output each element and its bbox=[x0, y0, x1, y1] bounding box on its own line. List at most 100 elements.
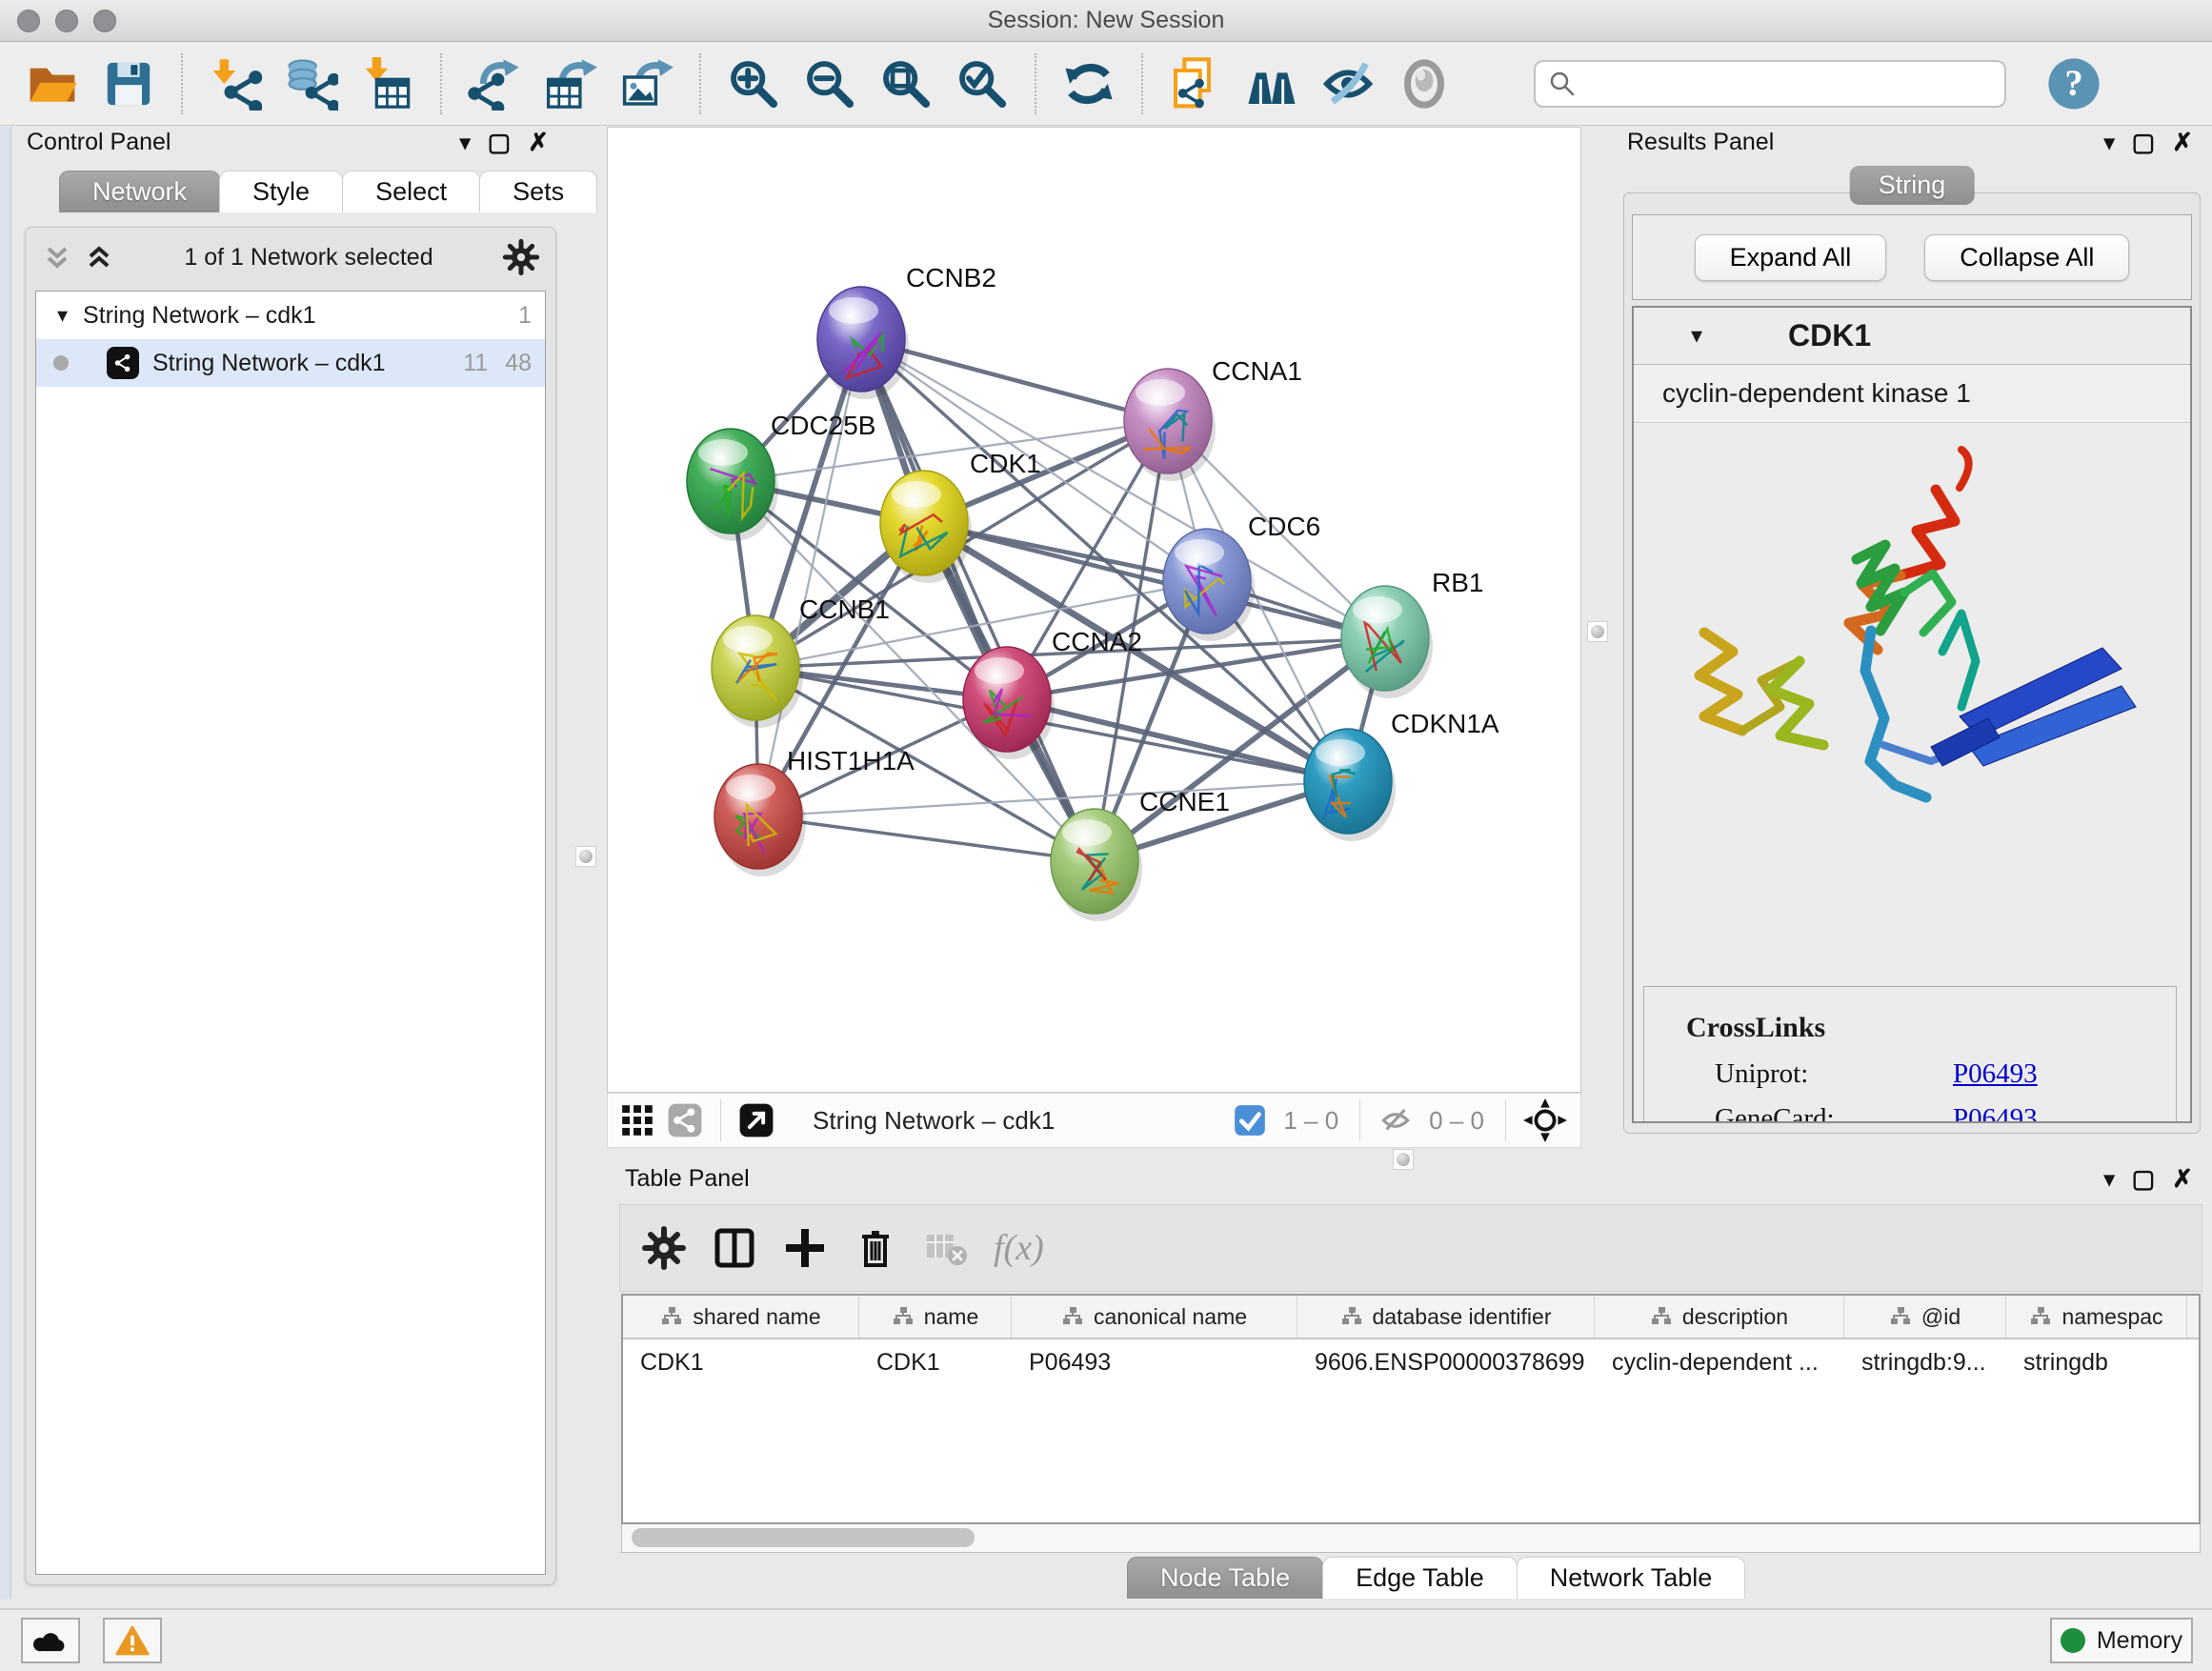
network-row[interactable]: String Network – cdk1 11 48 bbox=[36, 339, 545, 387]
table-cell[interactable]: stringdb:9... bbox=[1844, 1349, 2006, 1377]
network-collection-row[interactable]: ▾ String Network – cdk1 1 bbox=[36, 292, 545, 339]
window-title: Session: New Session bbox=[988, 7, 1225, 34]
hide-selected-button[interactable] bbox=[1317, 52, 1379, 115]
cloud-status-button[interactable] bbox=[21, 1618, 80, 1663]
tab-edge-table[interactable]: Edge Table bbox=[1322, 1557, 1518, 1599]
zoom-out-button[interactable] bbox=[798, 52, 861, 115]
collection-collapse-icon[interactable]: ▾ bbox=[57, 303, 68, 328]
export-table-button[interactable] bbox=[539, 52, 602, 115]
results-panel-float-icon[interactable]: ▢ bbox=[2132, 128, 2156, 157]
save-session-icon bbox=[102, 57, 155, 111]
column-header-database-identifier[interactable]: database identifier bbox=[1297, 1296, 1595, 1338]
network-node-RB1[interactable]: RB1 bbox=[1341, 568, 1483, 698]
network-node-CCNA1[interactable]: CCNA1 bbox=[1124, 356, 1302, 481]
control-panel-close-icon[interactable]: ✗ bbox=[528, 128, 549, 157]
network-canvas[interactable]: CCNB2 CCNA1 CDC25B CDK1 CDC6 RB1 CCNB1 bbox=[607, 127, 1581, 1093]
warnings-button[interactable] bbox=[103, 1618, 162, 1663]
create-column-icon[interactable] bbox=[782, 1225, 828, 1271]
left-splitter-handle[interactable] bbox=[575, 846, 596, 867]
zoom-in-button[interactable] bbox=[722, 52, 785, 115]
export-network-button[interactable] bbox=[463, 52, 526, 115]
fit-selected-crosshair-icon[interactable] bbox=[1523, 1098, 1567, 1142]
column-header-description[interactable]: description bbox=[1595, 1296, 1844, 1338]
hide-selected-icon bbox=[1321, 57, 1375, 111]
show-columns-icon[interactable] bbox=[712, 1225, 757, 1271]
network-node-HIST1H1A[interactable]: HIST1H1A bbox=[714, 746, 915, 876]
network-edge[interactable] bbox=[861, 339, 1095, 861]
zoom-selected-button[interactable] bbox=[951, 52, 1014, 115]
grid-view-icon[interactable] bbox=[619, 1102, 655, 1138]
birds-eye-view-icon[interactable] bbox=[738, 1102, 774, 1138]
collapse-all-networks-icon[interactable] bbox=[83, 241, 115, 273]
column-header-@id[interactable]: @id bbox=[1844, 1296, 2006, 1338]
close-window-button[interactable] bbox=[17, 10, 40, 32]
memory-button[interactable]: Memory bbox=[2050, 1618, 2193, 1663]
show-all-button[interactable] bbox=[1393, 52, 1456, 115]
open-session-button[interactable] bbox=[21, 52, 84, 115]
table-panel-close-icon[interactable]: ✗ bbox=[2172, 1164, 2193, 1194]
collapse-all-button[interactable]: Collapse All bbox=[1924, 234, 2129, 281]
network-edge[interactable] bbox=[1007, 699, 1348, 781]
string-view-icon[interactable] bbox=[667, 1102, 703, 1138]
table-cell[interactable]: stringdb bbox=[2006, 1349, 2187, 1377]
zoom-fit-button[interactable] bbox=[875, 52, 937, 115]
save-session-button[interactable] bbox=[97, 52, 160, 115]
import-network-file-button[interactable] bbox=[204, 52, 267, 115]
table-cell[interactable]: CDK1 bbox=[623, 1349, 859, 1377]
tab-string[interactable]: String bbox=[1850, 166, 1975, 205]
expand-all-button[interactable]: Expand All bbox=[1695, 234, 1887, 281]
minimize-window-button[interactable] bbox=[55, 10, 78, 32]
table-cell[interactable]: CDK1 bbox=[859, 1349, 1012, 1377]
network-options-gear-icon[interactable] bbox=[502, 238, 540, 276]
right-splitter-handle[interactable] bbox=[1587, 621, 1608, 642]
gene-card-header[interactable]: ▾ CDK1 bbox=[1634, 308, 2190, 365]
zoom-window-button[interactable] bbox=[93, 10, 116, 32]
crosslink-link[interactable]: P06493 bbox=[1953, 1058, 2038, 1090]
gene-collapse-icon[interactable]: ▾ bbox=[1691, 322, 1702, 350]
tab-style[interactable]: Style bbox=[219, 171, 343, 212]
column-header-name[interactable]: name bbox=[859, 1296, 1012, 1338]
table-cell[interactable]: cyclin-dependent ... bbox=[1595, 1349, 1844, 1377]
expand-all-networks-icon[interactable] bbox=[41, 241, 73, 273]
results-panel-close-icon[interactable]: ✗ bbox=[2172, 128, 2193, 157]
apply-layout-button[interactable] bbox=[1057, 52, 1120, 115]
table-options-gear-icon[interactable] bbox=[641, 1225, 687, 1271]
table-horizontal-scrollbar[interactable] bbox=[621, 1524, 2201, 1553]
new-network-from-selection-button[interactable] bbox=[1164, 52, 1227, 115]
tab-node-table[interactable]: Node Table bbox=[1127, 1557, 1323, 1599]
selected-checkbox-icon[interactable] bbox=[1232, 1102, 1268, 1138]
tab-network-table[interactable]: Network Table bbox=[1517, 1557, 1746, 1599]
node-label-RB1: RB1 bbox=[1432, 568, 1483, 597]
network-node-CDKN1A[interactable]: CDKN1A bbox=[1304, 709, 1499, 841]
help-icon[interactable]: ? bbox=[2046, 56, 2101, 111]
column-header-namespac[interactable]: namespac bbox=[2006, 1296, 2187, 1338]
import-network-file-icon bbox=[209, 57, 262, 111]
table-panel-menu-icon[interactable]: ▾ bbox=[2104, 1167, 2115, 1192]
results-panel-menu-icon[interactable]: ▾ bbox=[2104, 131, 2115, 155]
control-panel-menu-icon[interactable]: ▾ bbox=[460, 131, 471, 155]
column-header-canonical-name[interactable]: canonical name bbox=[1012, 1296, 1297, 1338]
scrollbar-thumb[interactable] bbox=[632, 1528, 975, 1547]
show-all-icon bbox=[1398, 57, 1451, 111]
table-cell[interactable]: P06493 bbox=[1012, 1349, 1297, 1377]
network-node-CCNE1[interactable]: CCNE1 bbox=[1051, 787, 1230, 921]
control-panel-float-icon[interactable]: ▢ bbox=[488, 128, 512, 157]
tab-select[interactable]: Select bbox=[342, 171, 480, 212]
column-header-shared-name[interactable]: shared name bbox=[623, 1296, 859, 1338]
search-input[interactable] bbox=[1534, 60, 2006, 108]
first-neighbors-button[interactable] bbox=[1240, 52, 1303, 115]
network-node-CDC6[interactable]: CDC6 bbox=[1163, 512, 1320, 641]
export-image-button[interactable] bbox=[615, 52, 678, 115]
table-panel-float-icon[interactable]: ▢ bbox=[2132, 1164, 2156, 1194]
hidden-eye-slash-icon[interactable] bbox=[1377, 1102, 1414, 1138]
table-cell[interactable]: 9606.ENSP00000378699 bbox=[1297, 1349, 1595, 1377]
crosslink-link[interactable]: P06493 bbox=[1953, 1103, 2038, 1123]
network-edge[interactable] bbox=[758, 816, 1095, 861]
tab-network[interactable]: Network bbox=[59, 171, 220, 212]
network-list: ▾ String Network – cdk1 1 String Network… bbox=[35, 291, 546, 1575]
import-table-button[interactable] bbox=[356, 52, 419, 115]
delete-column-icon[interactable] bbox=[853, 1225, 898, 1271]
import-network-database-button[interactable] bbox=[280, 52, 343, 115]
table-tabbar: Node TableEdge TableNetwork Table bbox=[1127, 1557, 1744, 1599]
tab-sets[interactable]: Sets bbox=[479, 171, 597, 212]
